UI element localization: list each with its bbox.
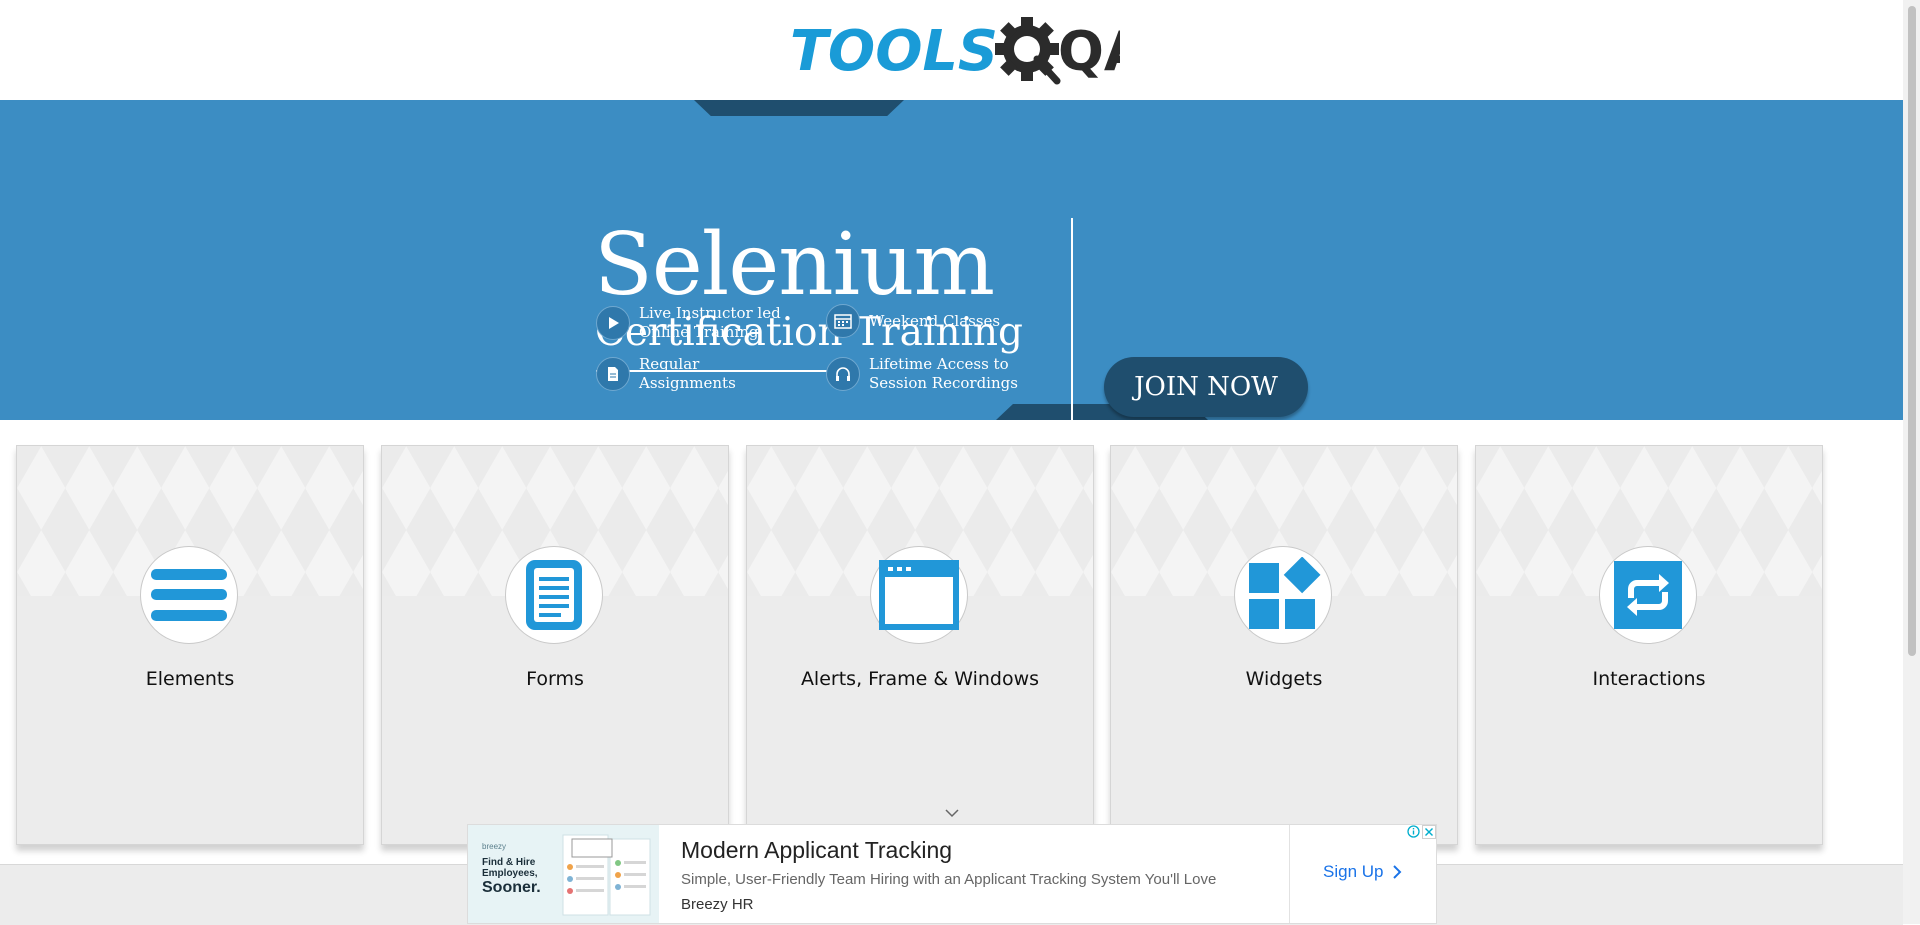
card-label: Interactions <box>1592 668 1706 690</box>
logo-text-secondary: QA <box>1058 20 1120 83</box>
feature-text: Lifetime Access to Session Recordings <box>869 355 1018 392</box>
card-alerts-frame-windows[interactable]: Alerts, Frame & Windows <box>746 445 1094 845</box>
ad-brand: Breezy HR <box>681 896 754 913</box>
card-elements[interactable]: Elements <box>16 445 364 845</box>
feature-lifetime-access: Lifetime Access to Session Recordings <box>826 355 1018 393</box>
feature-live-training: Live Instructor led Online Training <box>596 304 781 342</box>
logo-text-primary: TOOLS <box>790 19 998 84</box>
ad-image-headline: Find & Hire Employees, <box>482 857 538 879</box>
card-label: Forms <box>526 668 584 690</box>
feature-text: Regular Assignments <box>639 355 736 392</box>
card-label: Alerts, Frame & Windows <box>800 668 1040 690</box>
chevron-right-icon <box>1393 865 1402 879</box>
browser-window-icon <box>870 546 968 644</box>
repeat-arrows-icon <box>1599 546 1697 644</box>
widgets-grid-icon <box>1234 546 1332 644</box>
ad-image-brand: breezy <box>482 842 507 851</box>
feature-assignments: Regular Assignments <box>596 355 736 393</box>
card-label: Elements <box>145 668 235 690</box>
feature-weekend-classes: Weekend Classes <box>826 304 1000 338</box>
banner-divider <box>1071 218 1073 420</box>
calendar-icon <box>826 304 860 338</box>
headphones-icon <box>826 357 860 391</box>
ad-divider <box>1289 825 1290 923</box>
ad-image[interactable]: breezy Find & Hire Employees, Sooner. <box>468 825 659 923</box>
banner-title: Selenium <box>594 215 995 315</box>
card-label: Widgets <box>1245 668 1323 690</box>
card-interactions[interactable]: Interactions <box>1475 445 1823 845</box>
advertisement-banner[interactable]: breezy Find & Hire Employees, Sooner. Mod… <box>467 824 1437 924</box>
feature-text: Live Instructor led Online Training <box>639 304 781 341</box>
site-header: TOOLS QA <box>0 0 1903 100</box>
ad-signup-link[interactable]: Sign Up <box>1323 862 1403 882</box>
join-now-button[interactable]: JOIN NOW <box>1104 357 1308 417</box>
play-icon <box>596 306 630 340</box>
close-icon[interactable] <box>1422 825 1436 839</box>
ad-cta-label: Sign Up <box>1323 862 1384 881</box>
selenium-training-banner[interactable]: Selenium Certification Training Live Ins… <box>0 100 1903 420</box>
gear-magnifier-icon <box>995 17 1061 85</box>
ad-image-headline-emphasis: Sooner. <box>482 879 541 896</box>
feature-text: Weekend Classes <box>869 311 1001 330</box>
hamburger-list-icon <box>140 546 238 644</box>
page-scrollbar[interactable] <box>1903 0 1920 924</box>
card-forms[interactable]: Forms <box>381 445 729 845</box>
ad-title[interactable]: Modern Applicant Tracking <box>681 837 952 864</box>
card-widgets[interactable]: Widgets <box>1110 445 1458 845</box>
scrollbar-thumb[interactable] <box>1908 6 1916 656</box>
form-document-icon <box>505 546 603 644</box>
banner-stripe-top <box>694 100 904 116</box>
ad-info-icon[interactable] <box>1407 825 1420 838</box>
document-icon <box>596 357 630 391</box>
chevron-down-icon[interactable] <box>944 807 960 819</box>
ad-description: Simple, User-Friendly Team Hiring with a… <box>681 871 1217 888</box>
toolsqa-logo[interactable]: TOOLS QA <box>790 14 1120 92</box>
